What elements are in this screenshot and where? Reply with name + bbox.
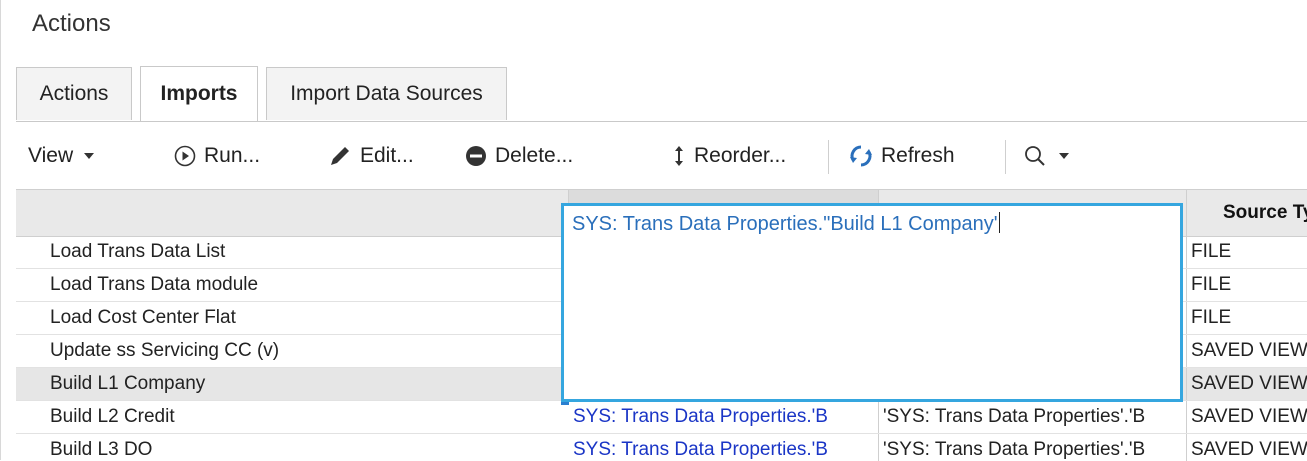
row-source-object[interactable]: 'SYS: Trans Data Properties'.'B bbox=[879, 434, 1187, 461]
editor-value: SYS: Trans Data Properties."Build L1 Com… bbox=[572, 213, 998, 235]
row-name: Build L2 Credit bbox=[50, 406, 175, 427]
minus-circle-icon bbox=[466, 146, 486, 166]
reorder-arrows-icon bbox=[675, 146, 683, 166]
toolbar-separator bbox=[828, 140, 829, 174]
tab-actions[interactable]: Actions bbox=[16, 67, 132, 120]
table-row[interactable]: Build L3 DO SYS: Trans Data Properties.'… bbox=[16, 434, 1307, 461]
tab-import-data-sources[interactable]: Import Data Sources bbox=[266, 67, 507, 120]
search-menu-button[interactable] bbox=[1024, 132, 1070, 180]
run-label: Run... bbox=[204, 144, 261, 167]
text-caret bbox=[998, 212, 1000, 233]
search-icon bbox=[1025, 146, 1045, 166]
row-name: Load Cost Center Flat bbox=[50, 307, 236, 328]
row-source-type: SAVED VIEW bbox=[1191, 373, 1307, 394]
column-header-source-type[interactable]: Source Type bbox=[1187, 190, 1307, 236]
view-menu-button[interactable]: View bbox=[28, 132, 95, 180]
row-source-label[interactable]: SYS: Trans Data Properties.'B bbox=[569, 434, 879, 461]
toolbar: View Run... Edit... Delete... Reorder...… bbox=[16, 132, 1307, 180]
row-source-type: FILE bbox=[1191, 241, 1232, 262]
toolbar-separator bbox=[1005, 140, 1006, 174]
refresh-label: Refresh bbox=[881, 144, 955, 167]
chevron-down-icon bbox=[84, 153, 95, 159]
delete-label: Delete... bbox=[495, 144, 574, 167]
reorder-label: Reorder... bbox=[694, 144, 787, 167]
delete-button[interactable]: Delete... bbox=[465, 132, 573, 180]
editor-text[interactable]: SYS: Trans Data Properties."Build L1 Com… bbox=[572, 212, 1000, 236]
row-name: Load Trans Data module bbox=[50, 274, 259, 295]
tab-imports[interactable]: Imports bbox=[140, 66, 258, 121]
row-source-type: SAVED VIEW bbox=[1191, 340, 1307, 361]
column-header-name[interactable] bbox=[16, 190, 569, 236]
row-source-type: FILE bbox=[1191, 307, 1232, 328]
pencil-icon bbox=[331, 147, 349, 165]
view-label: View bbox=[28, 144, 74, 167]
tab-bar: Actions Imports Import Data Sources bbox=[16, 64, 1307, 122]
row-source-type: FILE bbox=[1191, 274, 1232, 295]
row-source-object[interactable]: 'SYS: Trans Data Properties'.'B bbox=[879, 401, 1187, 433]
play-circle-icon bbox=[174, 145, 196, 167]
refresh-button[interactable]: Refresh bbox=[849, 132, 955, 180]
row-name: Build L1 Company bbox=[50, 373, 206, 394]
row-source-label[interactable]: SYS: Trans Data Properties.'B bbox=[569, 401, 879, 433]
table-row[interactable]: Build L2 Credit SYS: Trans Data Properti… bbox=[16, 401, 1307, 434]
row-source-type: SAVED VIEW bbox=[1191, 439, 1307, 460]
row-name: Update ss Servicing CC (v) bbox=[50, 340, 280, 361]
row-source-type: SAVED VIEW bbox=[1191, 406, 1307, 427]
page-title: Actions bbox=[32, 10, 111, 37]
row-name: Load Trans Data List bbox=[50, 241, 226, 262]
chevron-down-icon bbox=[1059, 153, 1069, 159]
edit-label: Edit... bbox=[360, 144, 414, 167]
source-label-editor[interactable]: SYS: Trans Data Properties."Build L1 Com… bbox=[561, 203, 1183, 402]
reorder-button[interactable]: Reorder... bbox=[672, 132, 786, 180]
edit-button[interactable]: Edit... bbox=[328, 132, 414, 180]
run-button[interactable]: Run... bbox=[174, 132, 260, 180]
row-name: Build L3 DO bbox=[50, 439, 153, 460]
refresh-icon bbox=[850, 145, 872, 167]
left-divider bbox=[0, 0, 1, 460]
